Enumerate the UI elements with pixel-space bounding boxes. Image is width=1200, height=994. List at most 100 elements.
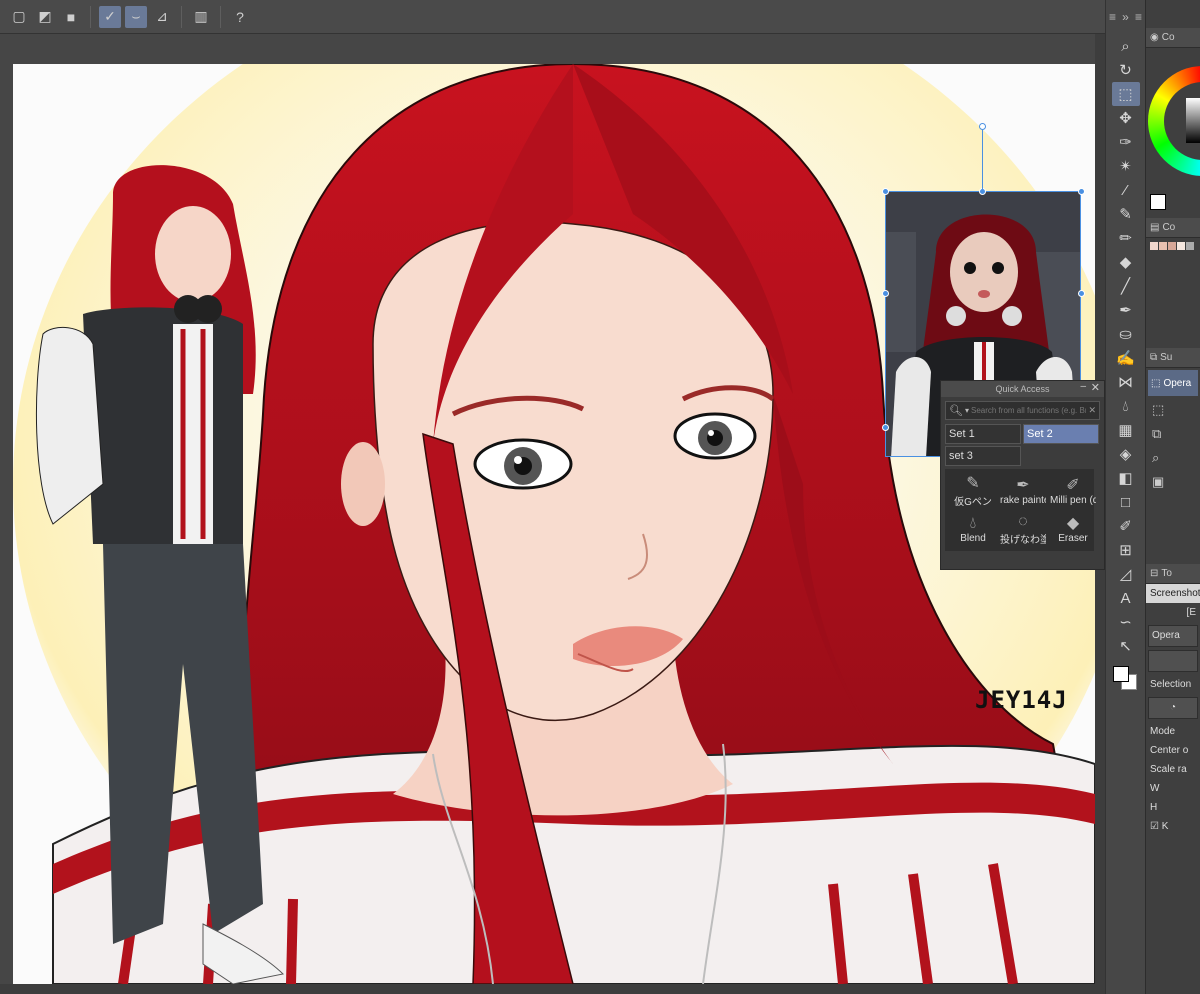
grid-icon[interactable]: ▦ bbox=[1112, 418, 1140, 442]
transform-handle[interactable] bbox=[882, 290, 889, 297]
calligraphy-icon[interactable]: ✍ bbox=[1112, 346, 1140, 370]
quick-tool-rake-painter[interactable]: ✒ rake painter bbox=[999, 473, 1047, 509]
line-fix-icon[interactable]: ∽ bbox=[1112, 610, 1140, 634]
ribbon-icon[interactable]: ⋈ bbox=[1112, 370, 1140, 394]
layer-row[interactable]: ▣ bbox=[1146, 470, 1200, 494]
quick-tool-blend[interactable]: 💧︎ Blend bbox=[949, 511, 997, 547]
pencil-icon[interactable]: ✏ bbox=[1112, 226, 1140, 250]
menu-icon[interactable]: ≡ bbox=[1135, 10, 1142, 24]
eyedropper-icon[interactable]: ⁄ bbox=[1112, 178, 1140, 202]
chevron-down-icon[interactable]: ▾ bbox=[965, 406, 969, 415]
figure-icon[interactable]: □ bbox=[1112, 490, 1140, 514]
right-panel: ◉ Co ▤ Co ⧉ Su ⬚ Opera ⬚ ⧉ ⌕ ▣ ⊟ To Scre… bbox=[1145, 0, 1200, 994]
marker-icon: ✐ bbox=[1066, 476, 1080, 494]
check-line-icon[interactable]: ✓ bbox=[99, 5, 121, 28]
gradient-icon[interactable]: ◧ bbox=[1112, 466, 1140, 490]
lasso-icon[interactable]: ✑ bbox=[1112, 130, 1140, 154]
layer-operation-label: Opera bbox=[1163, 377, 1192, 389]
value-square[interactable] bbox=[1186, 98, 1200, 143]
keep-aspect-checkbox[interactable]: ☑ K bbox=[1146, 817, 1200, 836]
color-chip[interactable] bbox=[1186, 242, 1194, 250]
color-set-swatches[interactable] bbox=[1146, 238, 1200, 348]
layer-tab[interactable]: ⧉ Su bbox=[1146, 348, 1200, 368]
zoom-icon[interactable]: ⌕ bbox=[1112, 34, 1140, 58]
color-wheel-tab[interactable]: ◉ Co bbox=[1146, 28, 1200, 48]
rotate-handle[interactable] bbox=[979, 123, 986, 130]
fg-color-swatch[interactable] bbox=[1150, 194, 1166, 210]
layer-tab-icon: ⧉ bbox=[1150, 352, 1158, 363]
layer-operation-row[interactable]: ⬚ Opera bbox=[1148, 370, 1198, 396]
magic-wand-icon[interactable]: ✴ bbox=[1112, 154, 1140, 178]
square-outline-icon[interactable]: ▢ bbox=[8, 6, 30, 28]
pen-icon[interactable]: ✎ bbox=[1112, 202, 1140, 226]
square-filled-icon[interactable]: ■ bbox=[60, 6, 82, 28]
minimize-icon[interactable]: – bbox=[1080, 381, 1086, 392]
color-wheel[interactable] bbox=[1146, 48, 1200, 218]
foreground-color-swatch[interactable] bbox=[1112, 666, 1129, 682]
transform-handle[interactable] bbox=[1078, 290, 1085, 297]
ruler-corner-icon[interactable]: ⊿ bbox=[151, 6, 173, 28]
color-set-tab[interactable]: ▤ Co bbox=[1146, 218, 1200, 238]
color-chip[interactable] bbox=[1168, 242, 1176, 250]
selection-toggle[interactable]: ◔ bbox=[1148, 697, 1198, 719]
curve-check-icon[interactable]: ⌣ bbox=[125, 5, 147, 28]
blank-field[interactable] bbox=[1148, 650, 1198, 672]
blend-icon[interactable]: 💧︎ bbox=[1112, 394, 1140, 418]
quick-tool-label: Milli pen (du bbox=[1050, 494, 1096, 506]
canvas[interactable]: JEY14J bbox=[13, 64, 1095, 984]
menu-icon[interactable]: ≡ bbox=[1109, 10, 1116, 24]
help-icon[interactable]: ? bbox=[229, 6, 251, 28]
balloon-icon[interactable]: ◿ bbox=[1112, 562, 1140, 586]
scale-label: Scale ra bbox=[1150, 764, 1187, 775]
decoration-icon[interactable]: ⛀ bbox=[1112, 322, 1140, 346]
search-icon[interactable]: 🔍︎ bbox=[949, 404, 963, 417]
gradient-square-icon[interactable]: ◩ bbox=[34, 6, 56, 28]
layer-row[interactable]: ⧉ bbox=[1146, 422, 1200, 446]
set-tab-1[interactable]: Set 1 bbox=[945, 424, 1021, 444]
mode-label: Mode bbox=[1150, 726, 1176, 737]
color-chip[interactable] bbox=[1177, 242, 1185, 250]
close-icon[interactable]: ✕ bbox=[1091, 381, 1100, 394]
clear-icon[interactable]: ✕ bbox=[1088, 405, 1099, 416]
signature-text: JEY14J bbox=[975, 686, 1068, 714]
eraser-icon: ◆ bbox=[1066, 514, 1080, 532]
tool-name: Screenshot bbox=[1146, 584, 1200, 603]
rotate-view-icon[interactable]: ↻ bbox=[1112, 58, 1140, 82]
center-label: Center o bbox=[1150, 745, 1189, 756]
quick-tool-eraser[interactable]: ◆ Eraser bbox=[1049, 511, 1097, 547]
device-icon[interactable]: ▥ bbox=[190, 6, 212, 28]
layer-row[interactable]: ⬚ bbox=[1146, 398, 1200, 422]
search-input[interactable] bbox=[970, 406, 1087, 415]
quick-access-titlebar[interactable]: Quick Access – ✕ bbox=[941, 381, 1104, 397]
color-swatches[interactable] bbox=[1111, 664, 1141, 694]
quick-tool-gpen[interactable]: ✎ 仮Gペン bbox=[949, 473, 997, 509]
set-tab-2[interactable]: Set 2 bbox=[1023, 424, 1099, 444]
layer-row[interactable]: ⌕ bbox=[1146, 446, 1200, 470]
fill-icon[interactable]: ◈ bbox=[1112, 442, 1140, 466]
quick-tool-lasso-fill[interactable]: ◌ 投げなわ塗 bbox=[999, 511, 1047, 547]
move-icon[interactable]: ✥ bbox=[1112, 106, 1140, 130]
collapse-icon[interactable]: » bbox=[1122, 10, 1129, 24]
operation-button[interactable]: Opera bbox=[1148, 625, 1198, 647]
airbrush-icon[interactable]: ✒ bbox=[1112, 298, 1140, 322]
tool-property-icon: ⊟ bbox=[1150, 568, 1159, 579]
object-select-icon[interactable]: ⬚ bbox=[1111, 82, 1140, 106]
color-chip[interactable] bbox=[1150, 242, 1158, 250]
pen-icon: ✎ bbox=[966, 474, 980, 492]
object-icon: ⬚ bbox=[1151, 377, 1161, 389]
transform-handle[interactable] bbox=[882, 424, 889, 431]
brush-icon[interactable]: ╱ bbox=[1112, 274, 1140, 298]
transform-handle[interactable] bbox=[882, 188, 889, 195]
transform-handle[interactable] bbox=[1078, 188, 1085, 195]
horizontal-scrollbar[interactable] bbox=[0, 984, 1105, 994]
tool-property-tab[interactable]: ⊟ To bbox=[1146, 564, 1200, 584]
color-chip[interactable] bbox=[1159, 242, 1167, 250]
frame-icon[interactable]: ⊞ bbox=[1112, 538, 1140, 562]
ruler-icon[interactable]: ✐ bbox=[1112, 514, 1140, 538]
set-tab-3[interactable]: set 3 bbox=[945, 446, 1021, 466]
quick-tool-milli-pen[interactable]: ✐ Milli pen (du bbox=[1049, 473, 1097, 509]
correct-line-icon[interactable]: ↖ bbox=[1112, 634, 1140, 658]
set-tabs-row: set 3 bbox=[941, 446, 1104, 466]
text-icon[interactable]: A bbox=[1112, 586, 1140, 610]
eraser-icon[interactable]: ◆ bbox=[1112, 250, 1140, 274]
